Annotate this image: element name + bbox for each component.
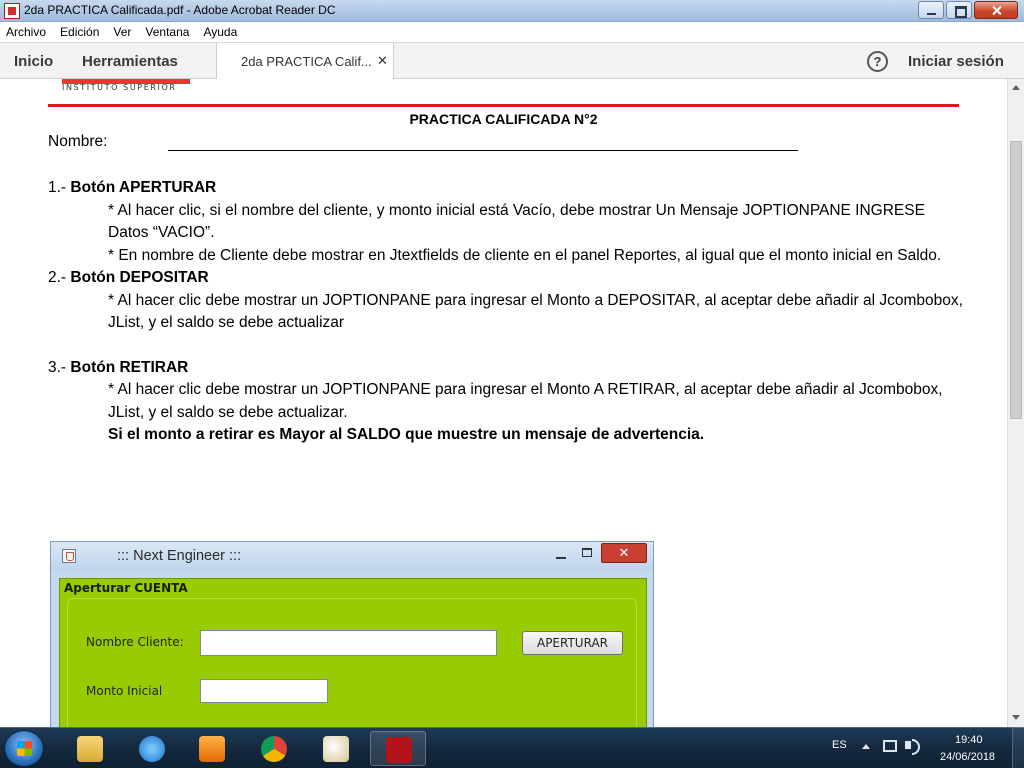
media-player-icon — [199, 736, 225, 762]
maximize-button[interactable] — [946, 1, 972, 19]
clock-date[interactable]: 24/06/2018 — [940, 751, 995, 763]
clock-time[interactable]: 19:40 — [955, 734, 983, 746]
institute-logo-subtitle: INSTITUTO SUPERIOR — [62, 83, 177, 92]
internet-explorer-icon — [139, 736, 165, 762]
section-1-para-1: * Al hacer clic, si el nombre del client… — [108, 201, 925, 242]
embedded-aperturar-button: APERTURAR — [522, 631, 623, 655]
section-2-heading: 2.- Botón DEPOSITAR — [48, 269, 209, 286]
help-icon[interactable]: ? — [867, 51, 888, 72]
header-divider — [48, 104, 959, 107]
minimize-button[interactable] — [918, 1, 944, 19]
embedded-app-screenshot: ::: Next Engineer ::: ✕ Aperturar CUENTA… — [50, 541, 654, 727]
embedded-app-title: ::: Next Engineer ::: — [117, 548, 242, 564]
tab-inicio[interactable]: Inicio — [14, 53, 53, 70]
name-underline — [168, 150, 798, 151]
menu-edicion[interactable]: Edición — [60, 25, 99, 39]
java-cup-icon — [62, 549, 76, 563]
embedded-name-field — [200, 630, 497, 656]
menu-ver[interactable]: Ver — [113, 25, 131, 39]
menu-ayuda[interactable]: Ayuda — [203, 25, 237, 39]
embedded-maximize-icon — [582, 548, 592, 557]
tab-toolbar: Inicio Herramientas 2da PRACTICA Calif..… — [0, 42, 1024, 80]
section-1-heading: 1.- Botón APERTURAR — [48, 179, 217, 196]
embedded-close-icon: ✕ — [601, 543, 647, 563]
close-window-button[interactable] — [974, 1, 1018, 19]
paint-icon — [323, 736, 349, 762]
taskbar — [0, 727, 1024, 768]
embedded-amount-field — [200, 679, 328, 703]
language-indicator[interactable]: ES — [832, 739, 847, 751]
menu-archivo[interactable]: Archivo — [6, 25, 46, 39]
section-1-para-2: * En nombre de Cliente debe mostrar en J… — [108, 246, 942, 264]
taskbar-acrobat[interactable] — [370, 731, 426, 766]
embedded-panel-border — [67, 598, 637, 727]
document-title: PRACTICA CALIFICADA N°2 — [409, 111, 598, 127]
taskbar-chrome[interactable] — [246, 731, 302, 766]
close-tab-icon[interactable]: ✕ — [377, 53, 388, 69]
name-label: Nombre: — [48, 133, 108, 150]
menu-ventana[interactable]: Ventana — [145, 25, 189, 39]
tab-document[interactable]: 2da PRACTICA Calif... ✕ — [216, 43, 394, 80]
taskbar-media-player[interactable] — [184, 731, 240, 766]
vertical-scrollbar[interactable] — [1007, 79, 1024, 727]
section-3-para-1: * Al hacer clic debe mostrar un JOPTIONP… — [108, 381, 943, 421]
network-icon[interactable] — [883, 740, 897, 752]
scroll-thumb[interactable] — [1010, 141, 1022, 419]
window-title-bar: 2da PRACTICA Calificada.pdf - Adobe Acro… — [0, 0, 1024, 22]
embedded-panel-title: Aperturar CUENTA — [64, 581, 188, 595]
taskbar-paint[interactable] — [308, 731, 364, 766]
window-controls — [916, 1, 1018, 19]
show-desktop-button[interactable] — [1012, 727, 1024, 768]
embedded-name-label: Nombre Cliente: — [86, 635, 184, 649]
start-button[interactable] — [4, 730, 44, 767]
signin-button[interactable]: Iniciar sesión — [908, 53, 1004, 70]
embedded-amount-label: Monto Inicial — [86, 684, 163, 698]
document-tab-label: 2da PRACTICA Calif... — [241, 54, 372, 69]
window-title: 2da PRACTICA Calificada.pdf - Adobe Acro… — [24, 3, 336, 17]
acrobat-reader-icon — [386, 737, 412, 763]
menu-bar: Archivo Edición Ver Ventana Ayuda — [0, 22, 1024, 42]
volume-icon[interactable] — [905, 739, 920, 755]
chrome-icon — [261, 736, 287, 762]
section-3-heading: 3.- Botón RETIRAR — [48, 358, 189, 376]
section-2-para-1: * Al hacer clic debe mostrar un JOPTIONP… — [108, 291, 963, 332]
taskbar-explorer[interactable] — [62, 731, 118, 766]
tab-herramientas[interactable]: Herramientas — [82, 53, 178, 70]
embedded-minimize-icon — [556, 557, 566, 559]
document-body: 1.- Botón APERTURAR * Al hacer clic, si … — [48, 177, 963, 447]
taskbar-ie[interactable] — [124, 731, 180, 766]
windows-explorer-icon — [77, 736, 103, 762]
show-hidden-icons-icon[interactable] — [862, 744, 870, 749]
embedded-app-titlebar: ::: Next Engineer ::: ✕ — [51, 542, 653, 570]
scroll-up-icon[interactable] — [1012, 85, 1020, 90]
document-viewport[interactable]: INSTITUTO SUPERIOR PRACTICA CALIFICADA N… — [0, 79, 1007, 727]
acrobat-app-icon — [4, 3, 20, 19]
section-3-bold-note: Si el monto a retirar es Mayor al SALDO … — [108, 426, 705, 443]
scroll-down-icon[interactable] — [1012, 715, 1020, 720]
